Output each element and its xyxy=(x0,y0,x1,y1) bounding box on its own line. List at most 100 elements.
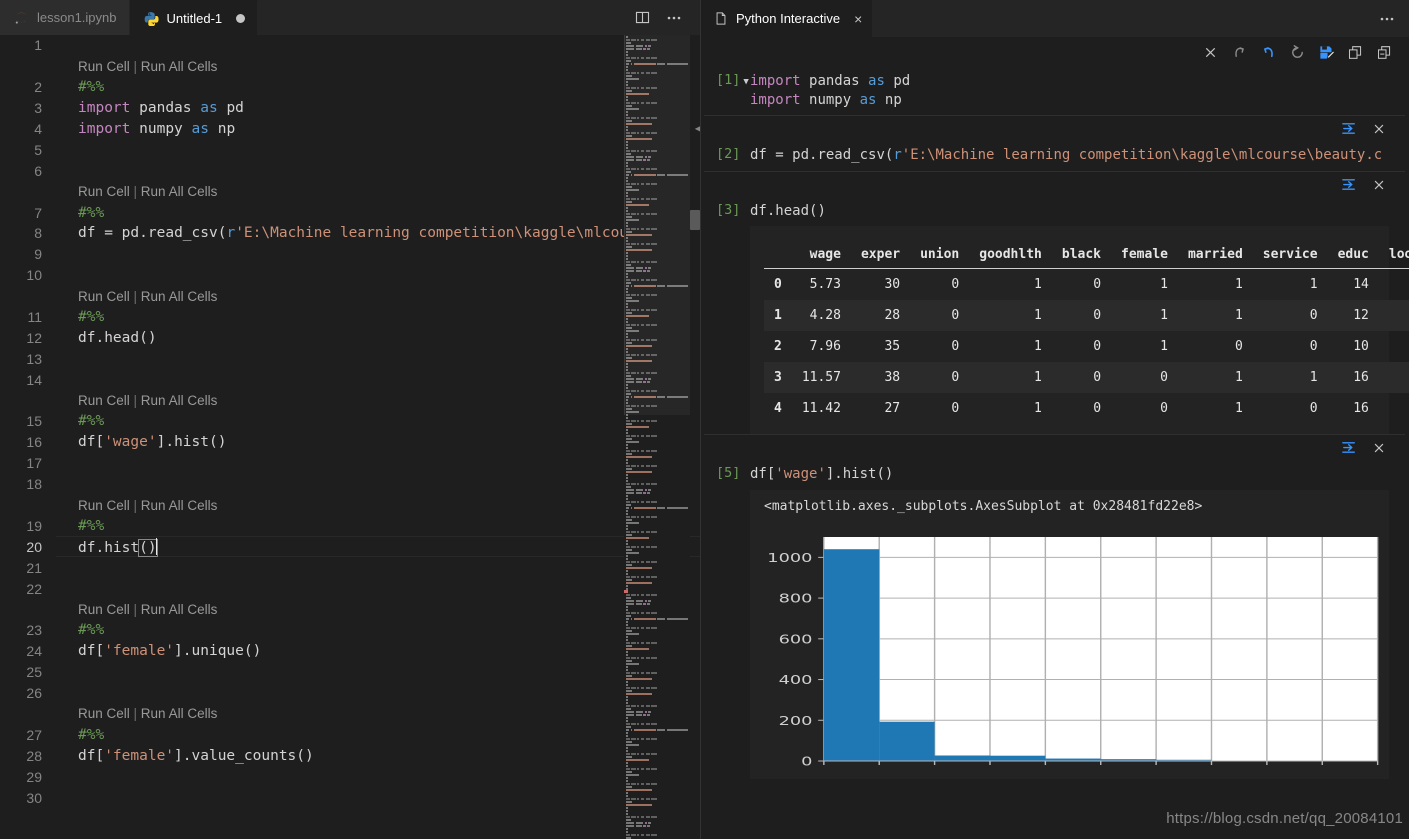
tab-untitled-1[interactable]: Untitled-1 xyxy=(129,0,259,35)
code-line[interactable]: 8 df = pd.read_csv(r'E:\Machine learning … xyxy=(0,223,700,244)
tab-python-interactive[interactable]: Python Interactive × xyxy=(700,0,874,37)
line-content[interactable]: #%% xyxy=(56,518,104,534)
line-content[interactable]: df.head() xyxy=(56,330,157,346)
interactive-more-actions-icon[interactable] xyxy=(1379,0,1409,37)
code-line[interactable]: 21 xyxy=(0,557,700,578)
line-content[interactable]: import numpy as np xyxy=(56,121,235,137)
cell-source[interactable]: df['wage'].hist() xyxy=(750,465,1409,484)
code-line[interactable]: 15 #%% xyxy=(0,411,700,432)
line-content[interactable]: import pandas as pd xyxy=(56,100,244,116)
line-content[interactable]: #%% xyxy=(56,413,104,429)
restart-kernel-button[interactable] xyxy=(1284,41,1310,65)
more-actions-icon[interactable] xyxy=(660,4,688,32)
line-content[interactable]: df['female'].unique() xyxy=(56,643,261,659)
code-lines[interactable]: 1 Run Cell | Run All Cells 2 #%% 3 import pan… xyxy=(0,35,700,839)
line-content[interactable]: #%% xyxy=(56,205,104,221)
code-line[interactable]: 25 xyxy=(0,662,700,683)
expand-all-button[interactable] xyxy=(1342,41,1368,65)
run-all-cells-link[interactable]: Run All Cells xyxy=(141,289,218,304)
line-content[interactable]: df['wage'].hist() xyxy=(56,434,226,450)
run-cell-link[interactable]: Run Cell xyxy=(78,184,130,199)
close-icon[interactable] xyxy=(1369,119,1389,139)
run-all-cells-link[interactable]: Run All Cells xyxy=(141,602,218,617)
run-cell-link[interactable]: Run Cell xyxy=(78,393,130,408)
watermark-text: https://blog.csdn.net/qq_20084101 xyxy=(1166,810,1403,827)
code-line[interactable]: 23 #%% xyxy=(0,620,700,641)
code-line[interactable]: 14 xyxy=(0,369,700,390)
minimap[interactable] xyxy=(624,35,690,839)
code-line[interactable]: 30 xyxy=(0,787,700,808)
run-cell-link[interactable]: Run Cell xyxy=(78,59,130,74)
code-line[interactable]: 17 xyxy=(0,453,700,474)
run-all-cells-link[interactable]: Run All Cells xyxy=(141,59,218,74)
code-line[interactable]: 16 df['wage'].hist() xyxy=(0,432,700,453)
code-line[interactable]: 26 xyxy=(0,683,700,704)
split-editor-icon[interactable] xyxy=(628,4,656,32)
table-cell: 0 xyxy=(951,277,960,292)
line-content[interactable]: #%% xyxy=(56,79,104,95)
goto-code-icon[interactable] xyxy=(1339,438,1359,458)
close-icon[interactable] xyxy=(1369,175,1389,195)
table-header-cell: educ xyxy=(1327,240,1379,269)
line-content[interactable]: #%% xyxy=(56,727,104,743)
code-line[interactable]: 13 xyxy=(0,348,700,369)
cell-source[interactable]: df = pd.read_csv(r'E:\Machine learning c… xyxy=(750,146,1409,165)
line-content[interactable]: df.hist() xyxy=(56,537,158,557)
code-line[interactable]: 12 df.head() xyxy=(0,327,700,348)
close-icon[interactable]: × xyxy=(854,12,862,26)
run-all-cells-link[interactable]: Run All Cells xyxy=(141,393,218,408)
collapse-chevron-icon[interactable]: ▼ xyxy=(743,77,748,87)
code-line[interactable]: 7 #%% xyxy=(0,202,700,223)
line-content[interactable]: #%% xyxy=(56,309,104,325)
y-tick-label: 1000 xyxy=(767,550,812,565)
editor-scrollbar-thumb[interactable] xyxy=(690,210,700,230)
table-cell: 12 xyxy=(1353,308,1369,323)
line-content[interactable]: df = pd.read_csv(r'E:\Machine learning c… xyxy=(56,225,646,241)
run-cell-link[interactable]: Run Cell xyxy=(78,602,130,617)
collapse-all-button[interactable] xyxy=(1371,41,1397,65)
codelens: Run Cell | Run All Cells xyxy=(78,58,218,74)
code-line[interactable]: 28 df['female'].value_counts() xyxy=(0,745,700,766)
code-line[interactable]: 11 #%% xyxy=(0,307,700,328)
goto-code-icon[interactable] xyxy=(1339,175,1359,195)
table-cell: 30 xyxy=(884,277,901,292)
cell-source[interactable]: import pandas as pd import numpy as np xyxy=(750,72,1409,109)
tab-lesson1-ipynb[interactable]: lesson1.ipynb xyxy=(0,0,130,35)
code-line[interactable]: 9 xyxy=(0,244,700,265)
run-cell-link[interactable]: Run Cell xyxy=(78,289,130,304)
cell-source[interactable]: df.head() xyxy=(750,202,1409,221)
run-all-cells-link[interactable]: Run All Cells xyxy=(141,184,218,199)
export-notebook-button[interactable] xyxy=(1313,41,1339,65)
code-line[interactable]: 6 xyxy=(0,160,700,181)
line-content[interactable]: #%% xyxy=(56,622,104,638)
code-line[interactable]: 2 #%% xyxy=(0,77,700,98)
code-line[interactable]: 24 df['female'].unique() xyxy=(0,641,700,662)
run-all-cells-link[interactable]: Run All Cells xyxy=(141,498,218,513)
code-line[interactable]: 18 xyxy=(0,474,700,495)
run-cell-link[interactable]: Run Cell xyxy=(78,706,130,721)
run-all-cells-link[interactable]: Run All Cells xyxy=(141,706,218,721)
code-line[interactable]: 22 xyxy=(0,578,700,599)
line-number: 26 xyxy=(26,685,42,702)
table-cell: 1 xyxy=(1234,277,1243,292)
editor-body[interactable]: 1 Run Cell | Run All Cells 2 #%% 3 import pan… xyxy=(0,35,700,839)
code-line[interactable]: 19 #%% xyxy=(0,515,700,536)
line-number: 30 xyxy=(26,789,42,806)
code-line[interactable]: 4 import numpy as np xyxy=(0,119,700,140)
clear-all-button[interactable] xyxy=(1197,41,1223,65)
interactive-cells[interactable]: [1] ▼ import pandas as pd import numpy as … xyxy=(700,68,1409,839)
run-cell-link[interactable]: Run Cell xyxy=(78,498,130,513)
goto-code-icon[interactable] xyxy=(1339,119,1359,139)
line-content[interactable]: df['female'].value_counts() xyxy=(56,748,314,764)
code-line[interactable]: 5 xyxy=(0,139,700,160)
code-line[interactable]: 3 import pandas as pd xyxy=(0,98,700,119)
code-line[interactable]: 1 xyxy=(0,35,700,56)
table-cell: 14 xyxy=(1353,277,1369,292)
code-line[interactable]: 27 #%% xyxy=(0,724,700,745)
redo-button[interactable] xyxy=(1226,41,1252,65)
code-line[interactable]: 29 xyxy=(0,766,700,787)
undo-button[interactable] xyxy=(1255,41,1281,65)
code-line[interactable]: 20 df.hist() xyxy=(0,536,700,558)
close-icon[interactable] xyxy=(1369,438,1389,458)
code-line[interactable]: 10 xyxy=(0,265,700,286)
